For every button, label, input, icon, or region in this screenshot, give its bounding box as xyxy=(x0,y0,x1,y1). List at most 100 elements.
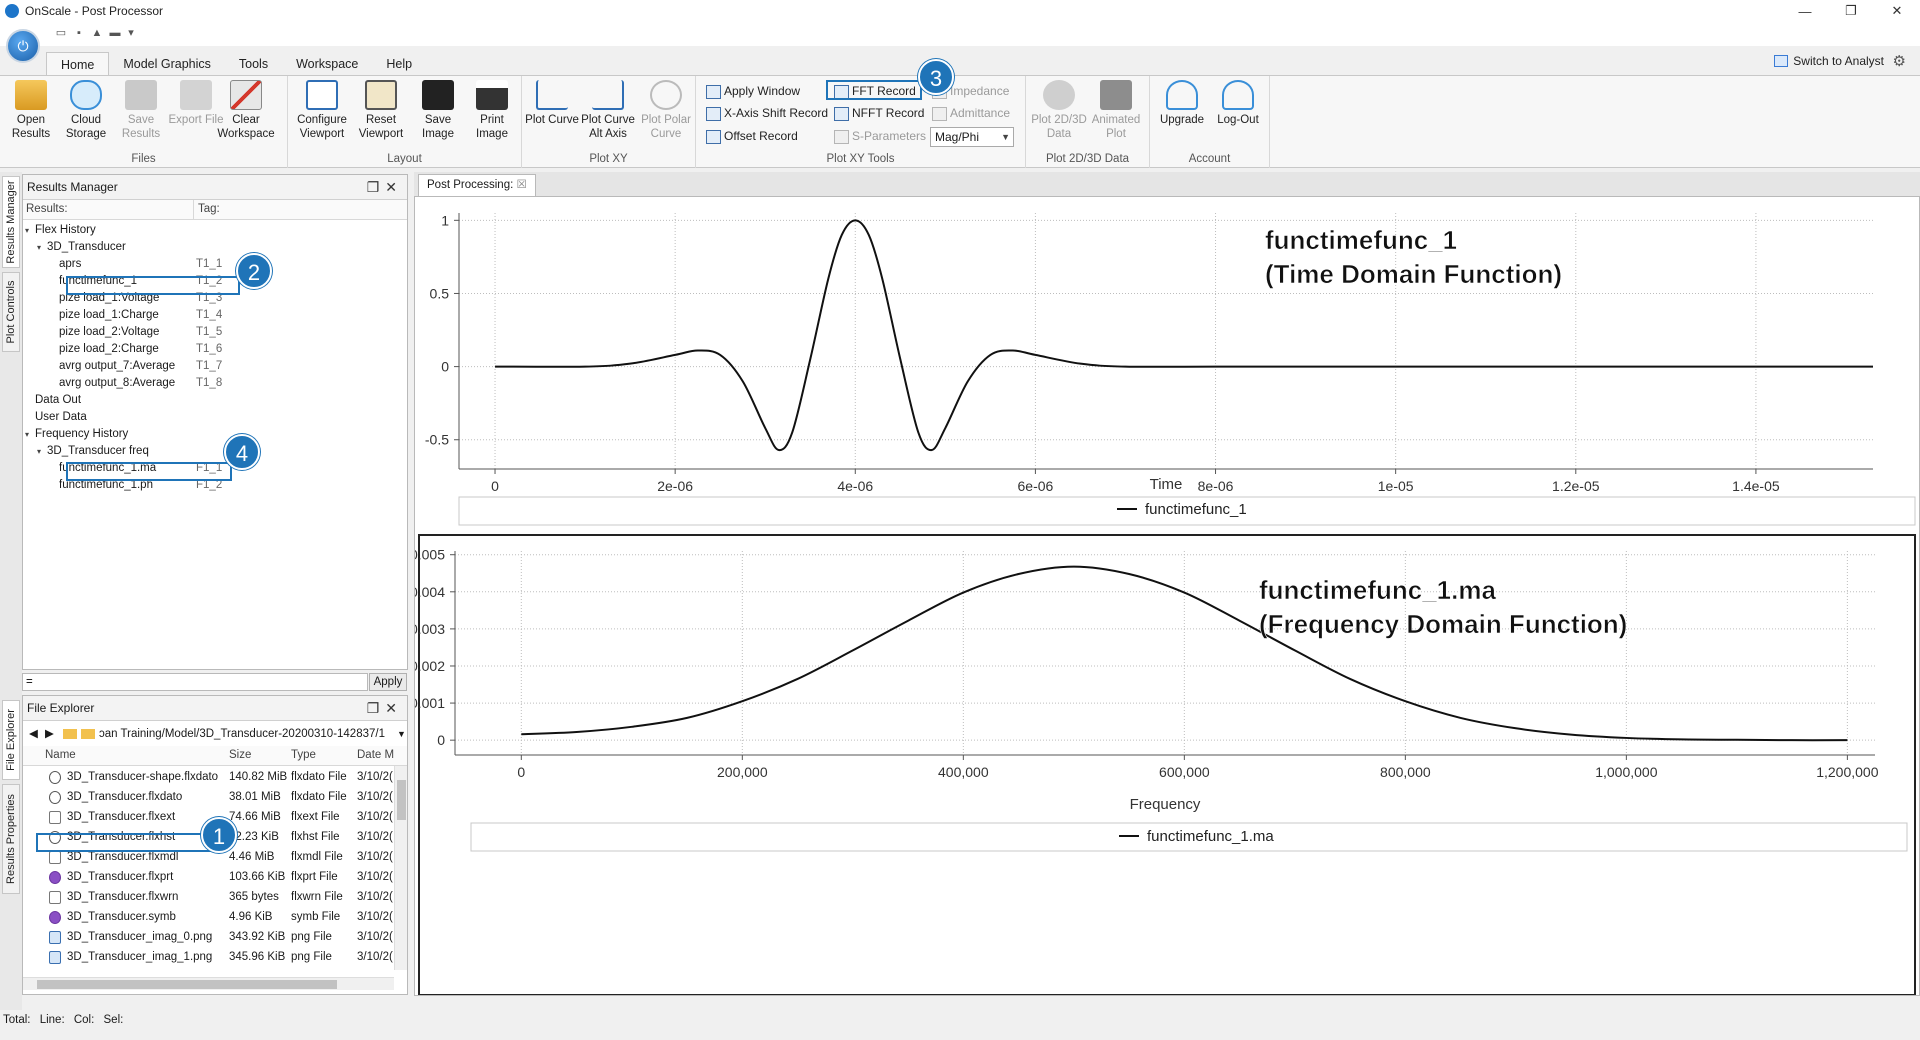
save-icon[interactable]: ▪ xyxy=(72,27,86,40)
plot-area: 0 2e-06 4e-06 6e-06 8e-06 1e-05 1.2e-05 1.4e-05… xyxy=(410,196,1920,996)
tree-caret-icon[interactable]: ▾ xyxy=(25,426,35,443)
date-column-label[interactable]: Date M xyxy=(357,749,394,761)
upgrade-button[interactable]: Upgrade xyxy=(1154,80,1210,127)
folder-up-icon[interactable] xyxy=(63,729,77,739)
plot-curve-alt-axis-button[interactable]: Plot Curve Alt Axis xyxy=(576,80,640,141)
tag-column-label[interactable]: Tag: xyxy=(198,203,220,215)
close-window-button[interactable]: ✕ xyxy=(1874,0,1920,22)
tab-model-graphics[interactable]: Model Graphics xyxy=(109,52,225,76)
file-row[interactable]: 3D_Transducer.flxdato 38.01 MiB flxdato Fi… xyxy=(23,787,394,807)
results-column-label[interactable]: Results: xyxy=(26,203,68,215)
tree-item[interactable]: Data Out xyxy=(25,392,81,409)
name-column-label[interactable]: Name xyxy=(45,749,76,761)
tree-item[interactable]: pize load_1:Charge xyxy=(49,307,159,324)
tab-tools[interactable]: Tools xyxy=(225,52,282,76)
plots-svg[interactable]: 0 2e-06 4e-06 6e-06 8e-06 1e-05 1.2e-05 1.4e-05… xyxy=(410,197,1919,996)
file-date: 3/10/2( xyxy=(357,951,393,963)
path-dropdown-icon[interactable]: ▼ xyxy=(397,724,406,744)
file-row[interactable]: 3D_Transducer.flxprt 103.66 KiB flxprt Fil… xyxy=(23,867,394,887)
tree-caret-icon[interactable]: ▾ xyxy=(25,222,35,239)
print-icon[interactable]: ▬ xyxy=(108,27,122,40)
animated-plot-button[interactable]: Animated Plot xyxy=(1088,80,1144,141)
tree-caret-icon[interactable]: ▾ xyxy=(37,239,47,256)
export-icon[interactable]: ▲ xyxy=(90,27,104,40)
reset-viewport-button[interactable]: Reset Viewport xyxy=(351,80,411,141)
type-column-label[interactable]: Type xyxy=(291,749,316,761)
size-column-label[interactable]: Size xyxy=(229,749,251,761)
column-separator[interactable] xyxy=(193,200,194,220)
plot-2d3d-data-label: Plot 2D/3D Data xyxy=(1031,114,1087,140)
file-size: 38.01 MiB xyxy=(229,791,281,803)
tree-caret-icon[interactable]: ▾ xyxy=(37,443,47,460)
cloud-storage-button[interactable]: Cloud Storage xyxy=(58,80,114,141)
series-line-functimefunc_1[interactable] xyxy=(495,219,1873,452)
forward-icon[interactable]: ▶ xyxy=(45,724,54,744)
tree-item[interactable]: aprs xyxy=(49,256,81,273)
file-row[interactable]: 3D_Transducer.symb 4.96 KiB symb File 3/10/… xyxy=(23,907,394,927)
configure-viewport-button[interactable]: Configure Viewport xyxy=(292,80,352,141)
tree-item[interactable]: ▾ 3D_Transducer freq xyxy=(37,443,149,460)
open-results-button[interactable]: Open Results xyxy=(3,80,59,141)
minimize-button[interactable]: — xyxy=(1782,0,1828,22)
side-tab-plot-controls-label: Plot Controls xyxy=(5,280,17,344)
log-out-button[interactable]: Log-Out xyxy=(1210,80,1266,127)
filter-input[interactable] xyxy=(22,673,368,691)
switch-to-analyst-button[interactable]: Switch to Analyst xyxy=(1774,54,1884,68)
side-tab-results-manager[interactable]: Results Manager xyxy=(2,176,20,268)
close-panel-icon[interactable]: ✕ xyxy=(385,700,403,716)
float-panel-icon[interactable]: ❐ xyxy=(367,700,386,716)
tree-item[interactable]: avrg output_7:Average xyxy=(49,358,175,375)
callout-box-3 xyxy=(826,80,922,100)
clear-workspace-button[interactable]: Clear Workspace xyxy=(216,80,276,141)
save-image-button[interactable]: Save Image xyxy=(410,80,466,141)
tree-item[interactable]: ▾ 3D_Transducer xyxy=(37,239,126,256)
back-icon[interactable]: ◀ xyxy=(29,724,38,744)
tab-workspace[interactable]: Workspace xyxy=(282,52,372,76)
scroll-thumb[interactable] xyxy=(397,780,406,820)
tree-item[interactable]: pize load_2:Charge xyxy=(49,341,159,358)
maximize-button[interactable]: ❐ xyxy=(1828,0,1874,22)
save-results-button[interactable]: Save Results xyxy=(113,80,169,141)
h-scroll-thumb[interactable] xyxy=(37,980,337,989)
path-value[interactable]: ɔan Training/Model/3D_Transducer-2020031… xyxy=(99,724,399,744)
admittance-button[interactable]: Admittance xyxy=(930,103,1010,123)
nfft-record-button[interactable]: NFFT Record xyxy=(832,103,924,123)
tab-close-icon[interactable]: ☒ xyxy=(517,179,527,191)
plot-curve-button[interactable]: Plot Curve xyxy=(524,80,580,127)
vertical-scrollbar[interactable] xyxy=(394,766,407,970)
gear-icon[interactable]: ⚙ xyxy=(1893,52,1906,70)
print-image-button[interactable]: Print Image xyxy=(464,80,520,141)
tree-item[interactable]: User Data xyxy=(25,409,87,426)
tree-item[interactable]: pize load_2:Voltage xyxy=(49,324,159,341)
side-tab-plot-controls[interactable]: Plot Controls xyxy=(2,272,20,352)
file-row[interactable]: 3D_Transducer.flxwrn 365 bytes flxwrn File… xyxy=(23,887,394,907)
plot-polar-curve-button[interactable]: Plot Polar Curve xyxy=(638,80,694,141)
mag-phi-select[interactable]: Mag/Phi ▼ xyxy=(930,127,1014,147)
plot-2d3d-data-button[interactable]: Plot 2D/3D Data xyxy=(1028,80,1090,141)
folder-icon[interactable] xyxy=(81,729,95,739)
horizontal-scrollbar[interactable] xyxy=(23,977,394,990)
apply-window-button[interactable]: Apply Window xyxy=(704,81,800,101)
tree-item[interactable]: ▾ Frequency History xyxy=(25,426,128,443)
customize-toolbar-icon[interactable]: ▾ xyxy=(124,27,138,40)
file-row[interactable]: 3D_Transducer_imag_0.png 343.92 KiB png Fi… xyxy=(23,927,394,947)
open-folder-icon[interactable]: ▭ xyxy=(54,27,68,40)
tree-item[interactable]: ▾ Flex History xyxy=(25,222,96,239)
file-row[interactable]: 3D_Transducer_imag_1.png 345.96 KiB png Fi… xyxy=(23,947,394,967)
tab-help[interactable]: Help xyxy=(372,52,426,76)
apply-filter-button[interactable]: Apply xyxy=(369,673,407,691)
tab-post-processing[interactable]: Post Processing: ☒ xyxy=(418,174,536,196)
x-axis-shift-record-button[interactable]: X-Axis Shift Record xyxy=(704,103,828,123)
tab-home[interactable]: Home xyxy=(46,52,110,76)
file-row[interactable]: 3D_Transducer-shape.flxdato 140.82 MiB flx… xyxy=(23,767,394,787)
float-panel-icon[interactable]: ❐ xyxy=(367,179,386,195)
application-menu-button[interactable]: ⏻ xyxy=(6,29,40,63)
side-tab-file-explorer[interactable]: File Explorer xyxy=(2,700,20,780)
results-column-header: Results: Tag: xyxy=(23,200,407,220)
tree-item[interactable]: avrg output_8:Average xyxy=(49,375,175,392)
side-tab-results-properties[interactable]: Results Properties xyxy=(2,784,20,894)
offset-record-button[interactable]: Offset Record xyxy=(704,126,798,146)
s-parameters-button[interactable]: S-Parameters xyxy=(832,126,926,146)
close-panel-icon[interactable]: ✕ xyxy=(385,179,403,195)
y-tick-label: 0 xyxy=(441,359,449,375)
